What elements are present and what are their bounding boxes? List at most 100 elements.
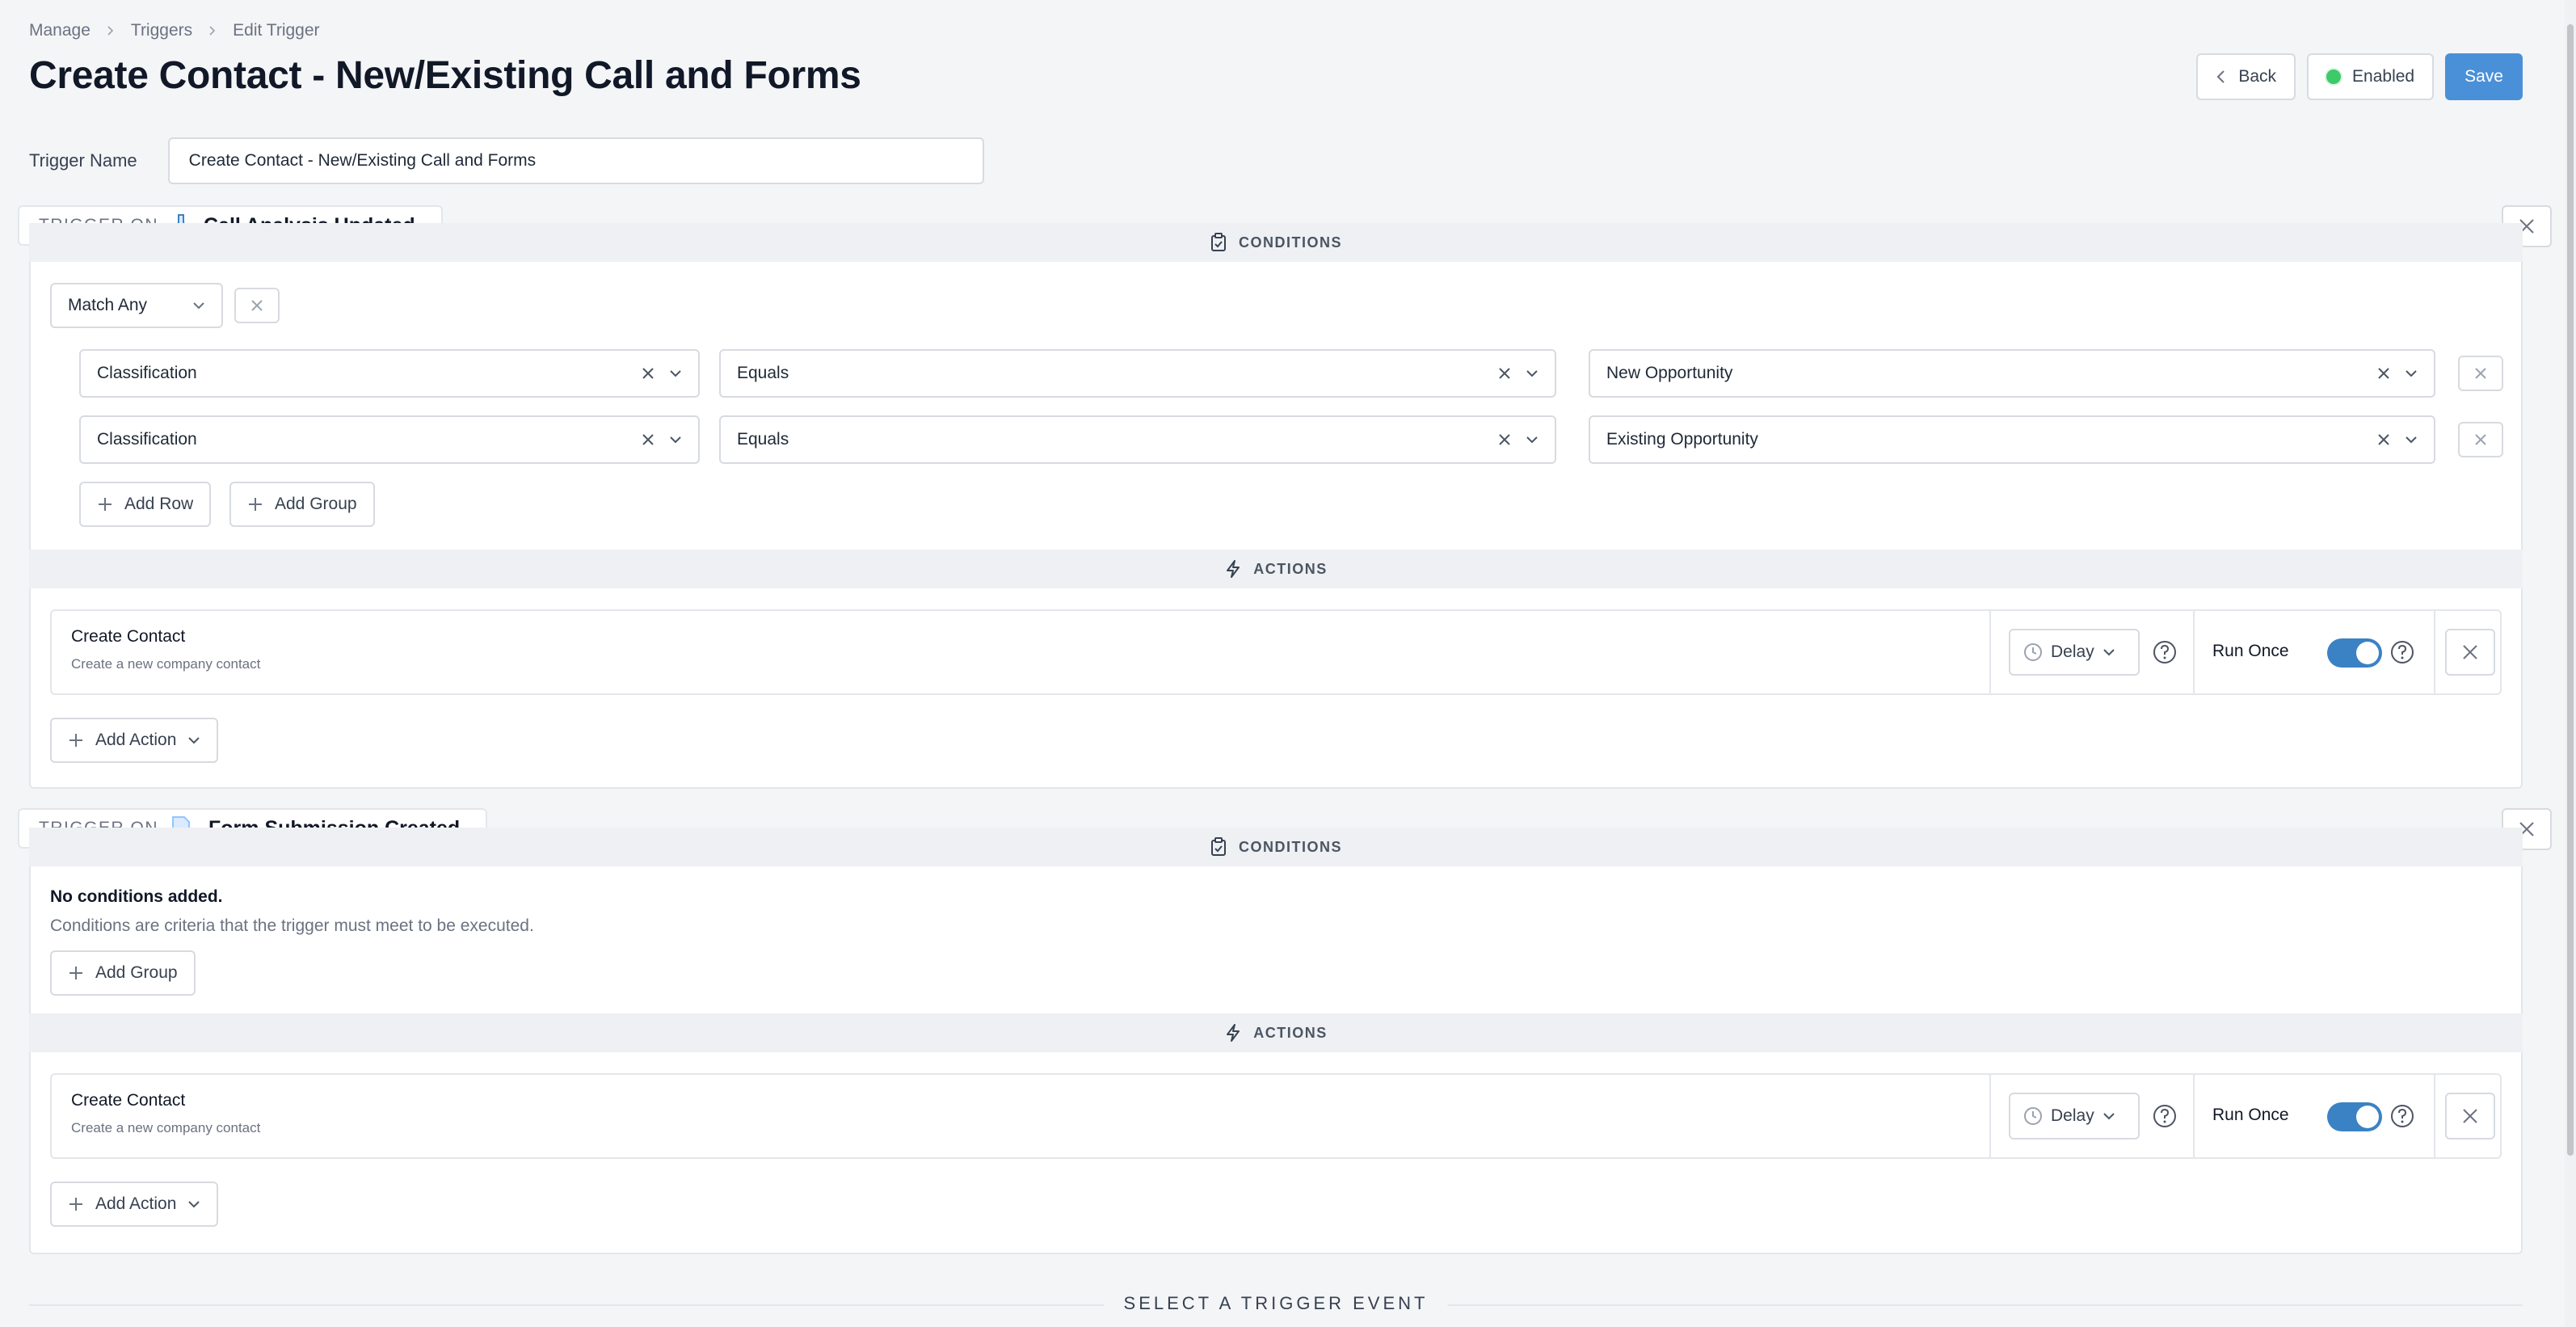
- chevron-down-icon: [2102, 649, 2115, 656]
- back-button-label: Back: [2238, 67, 2277, 86]
- conditions-header-label: CONDITIONS: [1238, 838, 1342, 855]
- scrollbar-thumb[interactable]: [2567, 24, 2574, 1156]
- breadcrumb-edit-trigger: Edit Trigger: [233, 21, 320, 40]
- add-action-label: Add Action: [95, 1194, 177, 1213]
- breadcrumb-triggers[interactable]: Triggers: [131, 21, 192, 40]
- chevron-right-icon: [209, 26, 216, 36]
- run-once-label: Run Once: [2212, 1106, 2289, 1124]
- chevron-down-icon: [2406, 370, 2417, 377]
- empty-conditions-title: No conditions added.: [50, 887, 223, 906]
- remove-row-button[interactable]: [2458, 356, 2503, 391]
- remove-group-button[interactable]: [234, 288, 280, 323]
- match-mode-value: Match Any: [68, 296, 148, 314]
- condition-operator-value: Equals: [737, 430, 789, 449]
- delay-select[interactable]: Delay: [2009, 1093, 2140, 1140]
- scrollbar[interactable]: [2565, 0, 2576, 1327]
- remove-action-button[interactable]: [2445, 629, 2495, 676]
- condition-value-select[interactable]: Existing Opportunity: [1589, 415, 2435, 464]
- clear-icon[interactable]: [642, 433, 655, 446]
- add-action-button[interactable]: Add Action: [50, 718, 219, 763]
- conditions-header-label: CONDITIONS: [1238, 234, 1342, 251]
- clear-icon[interactable]: [1498, 433, 1511, 446]
- condition-field-select[interactable]: Classification: [79, 415, 700, 464]
- condition-field-value: Classification: [97, 430, 197, 449]
- actions-header: ACTIONS: [29, 1013, 2523, 1052]
- clipboard-check-icon: [1210, 837, 1226, 856]
- chevron-down-icon: [193, 302, 204, 310]
- select-trigger-event-label: SELECT A TRIGGER EVENT: [1104, 1293, 1448, 1314]
- add-row-label: Add Row: [124, 495, 194, 513]
- save-button-label: Save: [2464, 67, 2503, 86]
- action-subtitle: Create a new company contact: [71, 656, 261, 672]
- plus-icon: [249, 498, 262, 511]
- add-group-button[interactable]: Add Group: [50, 950, 196, 996]
- trigger-name-row: Trigger Name: [29, 137, 984, 184]
- add-group-button[interactable]: Add Group: [229, 482, 375, 527]
- match-mode-select[interactable]: Match Any: [50, 283, 223, 328]
- clear-icon[interactable]: [1498, 367, 1511, 380]
- chevron-down-icon: [188, 737, 200, 744]
- action-card: Create Contact Create a new company cont…: [50, 1073, 2502, 1159]
- chevron-down-icon: [2102, 1113, 2115, 1120]
- add-row-button[interactable]: Add Row: [79, 482, 212, 527]
- condition-value: New Opportunity: [1606, 364, 1733, 382]
- clear-icon[interactable]: [2377, 433, 2390, 446]
- divider: [2434, 611, 2435, 693]
- add-group-label: Add Group: [95, 963, 178, 982]
- close-icon: [2475, 434, 2486, 445]
- clock-icon: [2024, 643, 2042, 661]
- chevron-down-icon: [670, 436, 681, 444]
- plus-icon: [99, 498, 112, 511]
- help-icon[interactable]: [2153, 640, 2177, 664]
- chevron-right-icon: [107, 26, 114, 36]
- condition-value: Existing Opportunity: [1606, 430, 1758, 449]
- action-card: Create Contact Create a new company cont…: [50, 609, 2502, 695]
- condition-field-select[interactable]: Classification: [79, 349, 700, 398]
- actions-panel: Create Contact Create a new company cont…: [29, 1052, 2523, 1254]
- conditions-header: CONDITIONS: [29, 223, 2523, 262]
- conditions-panel: No conditions added. Conditions are crit…: [29, 866, 2523, 1013]
- condition-operator-select[interactable]: Equals: [719, 349, 1556, 398]
- empty-conditions-text: Conditions are criteria that the trigger…: [50, 916, 534, 935]
- trigger-name-input[interactable]: [167, 137, 984, 184]
- remove-row-button[interactable]: [2458, 422, 2503, 457]
- back-button[interactable]: Back: [2196, 53, 2296, 100]
- delay-select[interactable]: Delay: [2009, 629, 2140, 676]
- chevron-left-icon: [2216, 70, 2225, 83]
- conditions-panel: Match Any Classification Equals New Oppo…: [29, 262, 2523, 550]
- header-actions: Back Enabled Save: [2196, 53, 2523, 100]
- close-icon: [2475, 368, 2486, 379]
- delay-label: Delay: [2051, 1106, 2094, 1125]
- chevron-down-icon: [188, 1201, 200, 1208]
- condition-value-select[interactable]: New Opportunity: [1589, 349, 2435, 398]
- run-once-label: Run Once: [2212, 642, 2289, 660]
- clear-icon[interactable]: [2377, 367, 2390, 380]
- run-once-toggle[interactable]: [2327, 1102, 2382, 1131]
- chevron-down-icon: [1526, 370, 1538, 377]
- plus-icon: [69, 1198, 82, 1211]
- help-icon[interactable]: [2390, 640, 2414, 664]
- clear-icon[interactable]: [642, 367, 655, 380]
- add-action-label: Add Action: [95, 731, 177, 749]
- divider: [2193, 611, 2195, 693]
- trigger-name-label: Trigger Name: [29, 150, 137, 171]
- clipboard-check-icon: [1210, 233, 1226, 251]
- breadcrumb-manage[interactable]: Manage: [29, 21, 90, 40]
- select-trigger-event[interactable]: SELECT A TRIGGER EVENT: [29, 1282, 2523, 1327]
- conditions-header: CONDITIONS: [29, 828, 2523, 866]
- remove-action-button[interactable]: [2445, 1093, 2495, 1140]
- divider: [2193, 1075, 2195, 1157]
- status-toggle-button[interactable]: Enabled: [2307, 53, 2435, 100]
- run-once-toggle[interactable]: [2327, 638, 2382, 668]
- add-action-button[interactable]: Add Action: [50, 1182, 219, 1227]
- trigger-block-1: TRIGGER ON Call Analysis Updated CONDITI…: [18, 204, 2552, 789]
- save-button[interactable]: Save: [2445, 53, 2523, 100]
- condition-operator-value: Equals: [737, 364, 789, 382]
- clock-icon: [2024, 1107, 2042, 1125]
- actions-header-label: ACTIONS: [1253, 1024, 1328, 1041]
- chevron-down-icon: [2406, 436, 2417, 444]
- help-icon[interactable]: [2390, 1104, 2414, 1128]
- help-icon[interactable]: [2153, 1104, 2177, 1128]
- action-title: Create Contact: [71, 1091, 186, 1110]
- condition-operator-select[interactable]: Equals: [719, 415, 1556, 464]
